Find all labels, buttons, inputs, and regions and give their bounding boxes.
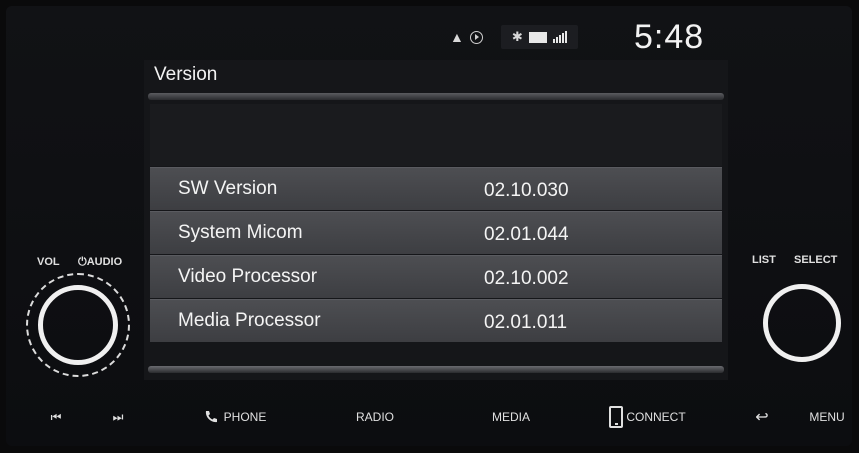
media-button[interactable]: MEDIA (476, 398, 546, 436)
empty-row (150, 104, 722, 166)
hard-button-bar: ⏮ ⏭ PHONE RADIO MEDIA CONNECT ↩ MENU (0, 398, 859, 440)
row-value: 02.01.011 (484, 312, 568, 333)
radio-button[interactable]: RADIO (340, 398, 410, 436)
seek-forward-icon: ⏭ (112, 409, 124, 424)
back-button[interactable]: ↩ (744, 398, 780, 436)
media-label: MEDIA (491, 410, 530, 424)
select-knob[interactable] (763, 284, 841, 362)
select-label: SELECT (794, 254, 838, 266)
power-icon: ⏻ (78, 256, 87, 268)
row-label: System Micom (178, 222, 303, 243)
smartphone-icon (609, 406, 624, 428)
battery-icon (528, 31, 547, 43)
seek-back-button[interactable]: ⏮ (36, 398, 76, 436)
clock-icon (469, 30, 483, 44)
list-item[interactable]: SW Version 02.10.030 (150, 167, 722, 210)
seek-forward-button[interactable]: ⏭ (98, 398, 138, 436)
row-label: SW Version (178, 178, 278, 199)
list-item[interactable]: Video Processor 02.10.002 (150, 255, 722, 298)
page-title: Version (154, 64, 218, 85)
menu-button[interactable]: MENU (802, 398, 852, 436)
row-value: 02.10.030 (484, 180, 569, 201)
menu-label: MENU (809, 410, 845, 424)
list-label: LIST (752, 254, 776, 266)
connect-button[interactable]: CONNECT (600, 398, 695, 436)
row-value: 02.01.044 (484, 224, 569, 245)
status-cluster: ✱ (500, 25, 578, 49)
radio-label: RADIO (355, 410, 394, 424)
version-screen: Version SW Version 02.10.030 System Mico… (144, 60, 728, 380)
row-label: Video Processor (178, 266, 318, 287)
list-item[interactable]: System Micom 02.01.044 (150, 211, 722, 254)
row-value: 02.10.002 (484, 268, 569, 289)
audio-label: ⏻AUDIO (78, 256, 123, 268)
navigation-icon: ▲ (450, 29, 464, 45)
row-label: Media Processor (178, 310, 321, 331)
bluetooth-icon: ✱ (511, 29, 523, 44)
phone-button[interactable]: PHONE (190, 398, 280, 436)
connect-label: CONNECT (626, 410, 686, 424)
seek-back-icon: ⏮ (50, 409, 62, 424)
signal-icon (552, 31, 567, 43)
list-item[interactable]: Media Processor 02.01.011 (150, 299, 722, 342)
status-bar: ▲ ✱ (450, 20, 578, 54)
bottom-divider (148, 366, 724, 373)
back-icon: ↩ (755, 409, 769, 426)
vol-label: VOL (37, 256, 60, 268)
title-divider (148, 93, 724, 100)
clock-time: 5:48 (634, 18, 705, 56)
phone-label: PHONE (223, 410, 267, 424)
volume-knob[interactable] (38, 285, 118, 365)
phone-icon (205, 411, 217, 423)
